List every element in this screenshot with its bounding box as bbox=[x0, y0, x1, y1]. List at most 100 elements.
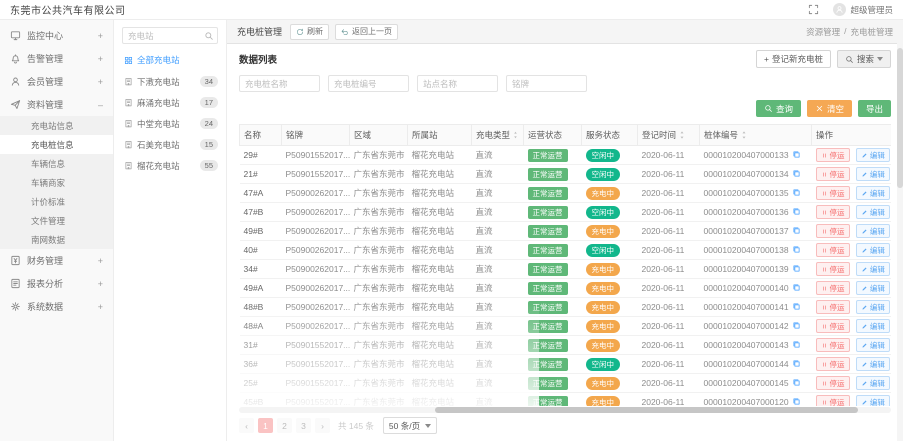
sidebar-group-item[interactable]: 告警管理 + bbox=[0, 47, 113, 70]
register-new-pile-button[interactable]: + 登记新充电桩 bbox=[756, 50, 831, 68]
fullscreen-icon[interactable] bbox=[808, 4, 819, 15]
stop-operation-button[interactable]: 停运 bbox=[816, 338, 850, 352]
stop-operation-button[interactable]: 停运 bbox=[816, 148, 850, 162]
copy-icon[interactable] bbox=[792, 397, 801, 406]
stop-operation-button[interactable]: 停运 bbox=[816, 262, 850, 276]
sidebar-group-item[interactable]: 资料管理 – bbox=[0, 93, 113, 116]
sidebar-subitem[interactable]: 南网数据 bbox=[0, 230, 113, 249]
sidebar-subitem[interactable]: 车辆商家 bbox=[0, 173, 113, 192]
stop-operation-button[interactable]: 停运 bbox=[816, 357, 850, 371]
window-scrollbar[interactable] bbox=[897, 20, 903, 441]
user-menu[interactable]: 超级管理员 bbox=[833, 3, 893, 16]
edit-button[interactable]: 编辑 bbox=[856, 357, 890, 371]
edit-button[interactable]: 编辑 bbox=[856, 186, 890, 200]
station-list-item[interactable]: 麻涌充电站 17 bbox=[114, 92, 226, 113]
refresh-button[interactable]: 刷新 bbox=[290, 24, 329, 40]
sidebar-group-item[interactable]: 财务管理 + bbox=[0, 249, 113, 272]
stop-operation-button[interactable]: 停运 bbox=[816, 167, 850, 181]
station-list-item[interactable]: 石美充电站 15 bbox=[114, 134, 226, 155]
filter-input[interactable] bbox=[417, 75, 498, 92]
sidebar-subitem[interactable]: 车辆信息 bbox=[0, 154, 113, 173]
query-button[interactable]: 查询 bbox=[756, 100, 801, 117]
prev-page-button[interactable]: ‹ bbox=[239, 418, 254, 433]
stop-operation-button[interactable]: 停运 bbox=[816, 376, 850, 390]
tab-charging-pile-management[interactable]: 充电桩管理 bbox=[237, 25, 282, 38]
page-button[interactable]: 3 bbox=[296, 418, 311, 433]
copy-icon[interactable] bbox=[792, 245, 801, 254]
per-page-select[interactable]: 50 条/页 bbox=[383, 417, 437, 434]
sidebar-subitem[interactable]: 文件管理 bbox=[0, 211, 113, 230]
edit-button[interactable]: 编辑 bbox=[856, 148, 890, 162]
stop-operation-button[interactable]: 停运 bbox=[816, 243, 850, 257]
edit-button[interactable]: 编辑 bbox=[856, 300, 890, 314]
stop-operation-button[interactable]: 停运 bbox=[816, 186, 850, 200]
breadcrumb-parent[interactable]: 资源管理 bbox=[806, 26, 840, 38]
sidebar-subitem[interactable]: 充电站信息 bbox=[0, 116, 113, 135]
stop-operation-button[interactable]: 停运 bbox=[816, 300, 850, 314]
copy-icon[interactable] bbox=[792, 150, 801, 159]
filter-input[interactable] bbox=[328, 75, 409, 92]
edit-button[interactable]: 编辑 bbox=[856, 262, 890, 276]
stop-operation-button[interactable]: 停运 bbox=[816, 281, 850, 295]
stop-operation-button[interactable]: 停运 bbox=[816, 205, 850, 219]
sidebar-group-item[interactable]: 报表分析 + bbox=[0, 272, 113, 295]
copy-icon[interactable] bbox=[792, 188, 801, 197]
copy-icon[interactable] bbox=[792, 340, 801, 349]
edit-button[interactable]: 编辑 bbox=[856, 319, 890, 333]
table-header-cell[interactable]: 运营状态 bbox=[524, 125, 582, 146]
sidebar-subitem[interactable]: 计价标准 bbox=[0, 192, 113, 211]
sidebar-subitem[interactable]: 充电桩信息 bbox=[0, 135, 113, 154]
sidebar-group-item[interactable]: 系统数据 + bbox=[0, 295, 113, 318]
back-button[interactable]: 返回上一页 bbox=[335, 24, 398, 40]
table-header-cell[interactable]: 名称 bbox=[240, 125, 282, 146]
copy-icon[interactable] bbox=[792, 264, 801, 273]
table-header-cell[interactable]: 区域 bbox=[350, 125, 408, 146]
sort-icon[interactable] bbox=[512, 130, 519, 140]
page-button[interactable]: 1 bbox=[258, 418, 273, 433]
copy-icon[interactable] bbox=[792, 359, 801, 368]
station-list-item[interactable]: 榴花充电站 55 bbox=[114, 155, 226, 176]
table-header-cell[interactable]: 操作 bbox=[812, 125, 892, 146]
table-header-cell[interactable]: 铭牌 bbox=[282, 125, 350, 146]
table-header-cell[interactable]: 服务状态 bbox=[582, 125, 638, 146]
edit-button[interactable]: 编辑 bbox=[856, 167, 890, 181]
station-list-item[interactable]: 下漖充电站 34 bbox=[114, 71, 226, 92]
horizontal-scrollbar[interactable] bbox=[239, 407, 891, 413]
filter-input[interactable] bbox=[506, 75, 587, 92]
edit-button[interactable]: 编辑 bbox=[856, 224, 890, 238]
stop-operation-button[interactable]: 停运 bbox=[816, 319, 850, 333]
clear-button[interactable]: 清空 bbox=[807, 100, 852, 117]
copy-icon[interactable] bbox=[792, 283, 801, 292]
copy-icon[interactable] bbox=[792, 226, 801, 235]
edit-button[interactable]: 编辑 bbox=[856, 395, 890, 406]
edit-button[interactable]: 编辑 bbox=[856, 281, 890, 295]
sort-icon[interactable] bbox=[678, 130, 686, 140]
filter-input[interactable] bbox=[239, 75, 320, 92]
sidebar-group-item[interactable]: 会员管理 + bbox=[0, 70, 113, 93]
copy-icon[interactable] bbox=[792, 169, 801, 178]
horizontal-scrollbar-thumb[interactable] bbox=[435, 407, 859, 413]
window-scrollbar-thumb[interactable] bbox=[897, 48, 903, 188]
copy-icon[interactable] bbox=[792, 207, 801, 216]
table-header-cell[interactable]: 充电类型 bbox=[472, 125, 524, 146]
sidebar-group-item[interactable]: 监控中心 + bbox=[0, 24, 113, 47]
table-header-cell[interactable]: 桩体编号 bbox=[700, 125, 812, 146]
page-button[interactable]: 2 bbox=[277, 418, 292, 433]
copy-icon[interactable] bbox=[792, 302, 801, 311]
table-header-cell[interactable]: 登记时间 bbox=[638, 125, 700, 146]
edit-button[interactable]: 编辑 bbox=[856, 243, 890, 257]
edit-button[interactable]: 编辑 bbox=[856, 205, 890, 219]
next-page-button[interactable]: › bbox=[315, 418, 330, 433]
copy-icon[interactable] bbox=[792, 321, 801, 330]
table-header-cell[interactable]: 所属站 bbox=[408, 125, 472, 146]
stop-operation-button[interactable]: 停运 bbox=[816, 224, 850, 238]
edit-button[interactable]: 编辑 bbox=[856, 376, 890, 390]
station-list-item[interactable]: 中堂充电站 24 bbox=[114, 113, 226, 134]
all-stations-item[interactable]: 全部充电站 bbox=[114, 48, 226, 71]
edit-button[interactable]: 编辑 bbox=[856, 338, 890, 352]
export-button[interactable]: 导出 bbox=[858, 100, 891, 117]
sort-icon[interactable] bbox=[740, 130, 748, 140]
copy-icon[interactable] bbox=[792, 378, 801, 387]
search-toggle-button[interactable]: 搜索 bbox=[837, 50, 891, 68]
stop-operation-button[interactable]: 停运 bbox=[816, 395, 850, 406]
